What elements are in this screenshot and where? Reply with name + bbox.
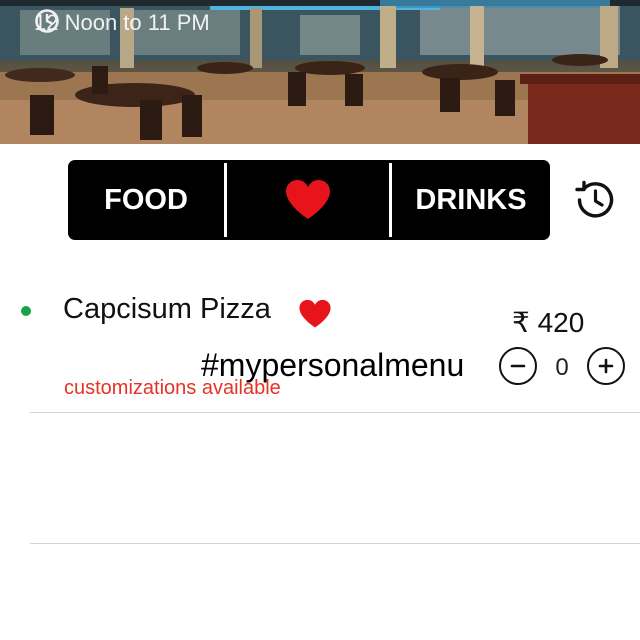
favorite-heart-icon[interactable]: [298, 298, 332, 330]
tab-favorites[interactable]: [227, 160, 389, 240]
plus-icon: [598, 358, 614, 374]
history-icon[interactable]: [570, 176, 618, 224]
increment-button[interactable]: [587, 347, 625, 385]
veg-indicator: [21, 306, 31, 316]
item-price: ₹ 420: [512, 307, 585, 338]
tab-drinks-label: DRINKS: [415, 183, 527, 216]
item-quantity: 0: [555, 354, 569, 381]
tab-drinks[interactable]: DRINKS: [392, 160, 550, 240]
heart-icon: [286, 180, 331, 219]
opening-hours: 12 Noon to 11 PM: [34, 8, 210, 38]
item-name: Capcisum Pizza: [63, 293, 271, 325]
customizations-available-link[interactable]: customizations available: [64, 377, 281, 400]
item-separator: [30, 412, 640, 413]
clock-icon: [35, 9, 59, 33]
tab-food[interactable]: FOOD: [68, 160, 224, 240]
minus-icon: [510, 364, 526, 368]
tab-food-label: FOOD: [104, 183, 188, 216]
restaurant-banner: 12 Noon to 11 PM: [0, 0, 640, 144]
item-separator: [30, 543, 640, 544]
menu-category-tabs: FOOD DRINKS: [68, 160, 550, 240]
decrement-button[interactable]: [499, 347, 537, 385]
opening-hours-text: 12 Noon to 11 PM: [34, 10, 210, 35]
